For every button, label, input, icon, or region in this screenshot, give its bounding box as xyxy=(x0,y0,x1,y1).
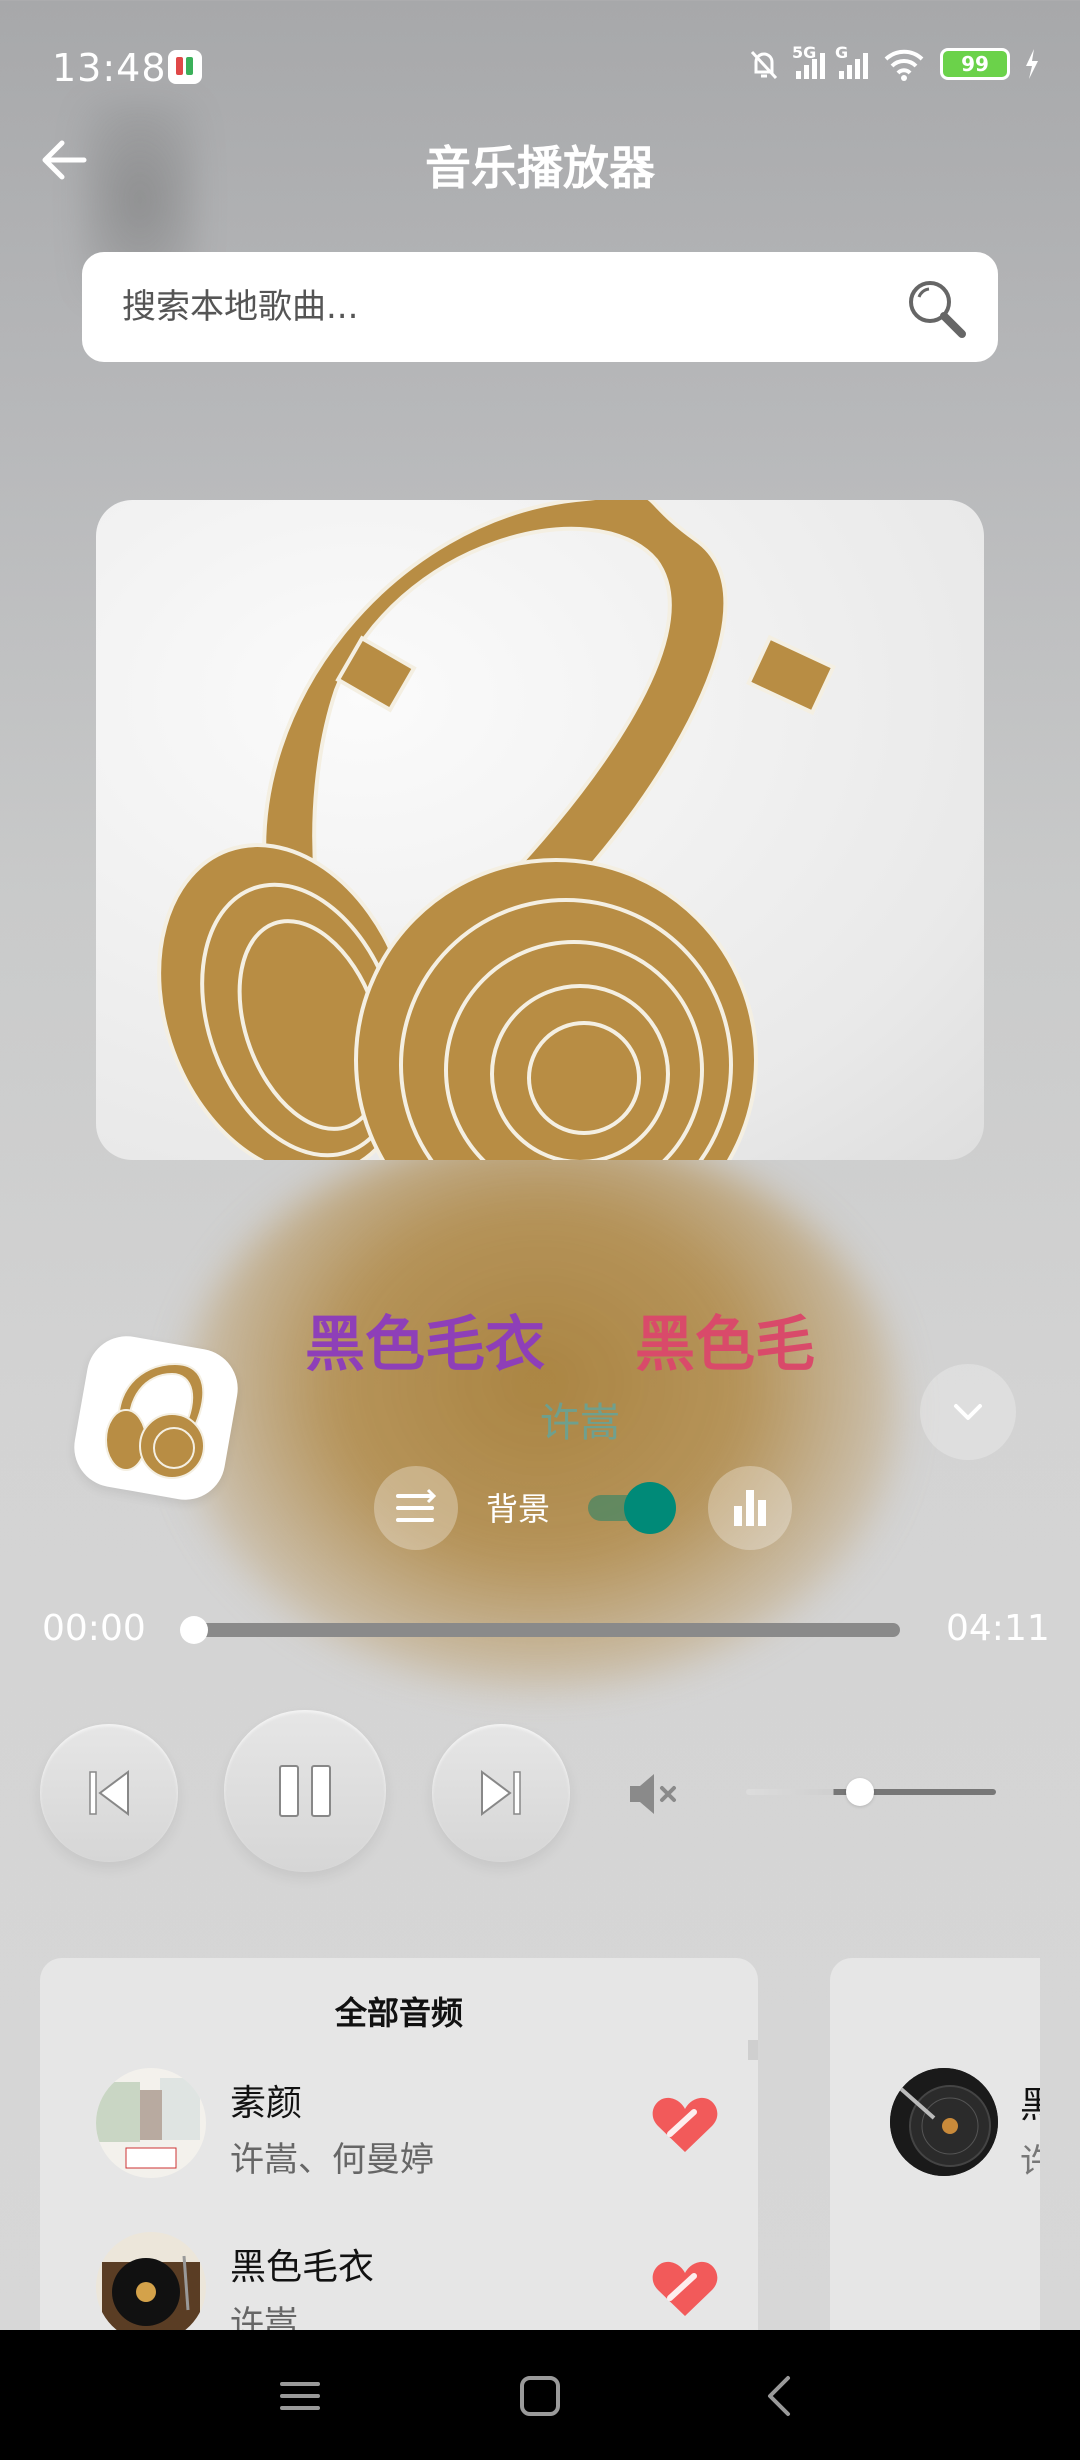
progress-bar[interactable] xyxy=(192,1623,900,1637)
status-icons: 5G G 99 xyxy=(746,43,1040,82)
mini-album-cover[interactable] xyxy=(67,1329,245,1507)
playlist-icon xyxy=(396,1488,437,1522)
side-song-artist: 许 xyxy=(1020,2142,1040,2182)
headphones-thumbnail xyxy=(105,1362,205,1479)
favorite-heart-icon[interactable] xyxy=(650,2094,720,2156)
song-name: 黑色毛衣 xyxy=(230,2247,375,2288)
network-5g-label: 5G xyxy=(792,43,817,62)
side-song-name: 黑 xyxy=(1020,2085,1040,2126)
headphones-image xyxy=(157,500,836,1160)
bell-muted-icon xyxy=(750,50,778,80)
previous-button[interactable] xyxy=(40,1724,178,1862)
toggle-knob xyxy=(624,1482,676,1534)
list-item[interactable]: 黑色毛衣 许嵩 xyxy=(40,2232,758,2338)
scrollbar[interactable] xyxy=(748,2040,758,2060)
marquee-text: 黑色毛衣 xyxy=(305,1310,545,1376)
search-icon[interactable] xyxy=(902,274,972,344)
signal-g-icon: G xyxy=(835,43,868,79)
chevron-down-icon xyxy=(954,1404,982,1420)
song-cover xyxy=(96,2068,206,2178)
status-bar: 13:48 5G G 99 xyxy=(0,0,1080,135)
progress-thumb[interactable] xyxy=(180,1616,208,1644)
playlist-title: 全部音频 xyxy=(334,1994,463,2032)
record-player-thumbnail xyxy=(96,2232,206,2338)
menu-icon[interactable] xyxy=(270,2366,330,2426)
list-item[interactable]: 素颜 许嵩、何曼婷 xyxy=(40,2068,758,2198)
background-label: 背景 xyxy=(486,1490,551,1528)
bar-chart-icon xyxy=(734,1490,766,1526)
charging-icon xyxy=(1026,49,1038,79)
song-artist: 许嵩、何曼婷 xyxy=(230,2140,434,2180)
current-time: 00:00 xyxy=(42,1608,146,1649)
side-playlist-card[interactable]: 黑 许 xyxy=(830,1958,1040,2338)
marquee-text: 黑色毛 xyxy=(635,1310,815,1376)
wifi-icon xyxy=(884,49,924,81)
search-input[interactable] xyxy=(122,252,882,362)
search-box[interactable] xyxy=(82,252,998,362)
playlist-card: 全部音频 素颜 许嵩、何曼婷 黑色毛衣 许嵩 xyxy=(40,1958,758,2338)
secondary-controls: 背景 xyxy=(374,1466,794,1550)
skip-previous-icon xyxy=(89,1770,129,1816)
next-button[interactable] xyxy=(432,1724,570,1862)
collapse-button[interactable] xyxy=(920,1364,1016,1460)
vinyl-cover xyxy=(890,2068,998,2176)
song-cover xyxy=(96,2232,206,2338)
home-icon[interactable] xyxy=(510,2366,570,2426)
album-thumbnail xyxy=(96,2068,206,2178)
status-time: 13:48 xyxy=(52,46,167,90)
skip-next-icon xyxy=(481,1770,521,1816)
song-title-marquee: 毛衣 黑色毛衣 黑色毛 xyxy=(240,1296,890,1376)
system-navigation-bar xyxy=(0,2330,1080,2460)
favorite-heart-icon[interactable] xyxy=(650,2258,720,2320)
network-g-label: G xyxy=(835,43,849,62)
signal-5g-icon: 5G xyxy=(792,43,825,79)
equalizer-button[interactable] xyxy=(708,1466,792,1550)
background-toggle[interactable] xyxy=(584,1482,676,1534)
battery-indicator: 99 xyxy=(940,48,1010,80)
pause-button[interactable] xyxy=(224,1710,386,1872)
album-art xyxy=(96,500,984,1160)
volume-thumb[interactable] xyxy=(846,1778,874,1806)
back-icon[interactable] xyxy=(750,2366,810,2426)
playlist-button[interactable] xyxy=(374,1466,458,1550)
vinyl-record-thumbnail xyxy=(890,2068,998,2176)
song-name: 素颜 xyxy=(230,2083,303,2124)
page-title: 音乐播放器 xyxy=(425,141,655,195)
total-time: 04:11 xyxy=(946,1608,1050,1649)
notification-app-icon xyxy=(168,50,202,84)
volume-mute-icon[interactable] xyxy=(624,1768,684,1820)
pause-icon xyxy=(279,1765,331,1817)
